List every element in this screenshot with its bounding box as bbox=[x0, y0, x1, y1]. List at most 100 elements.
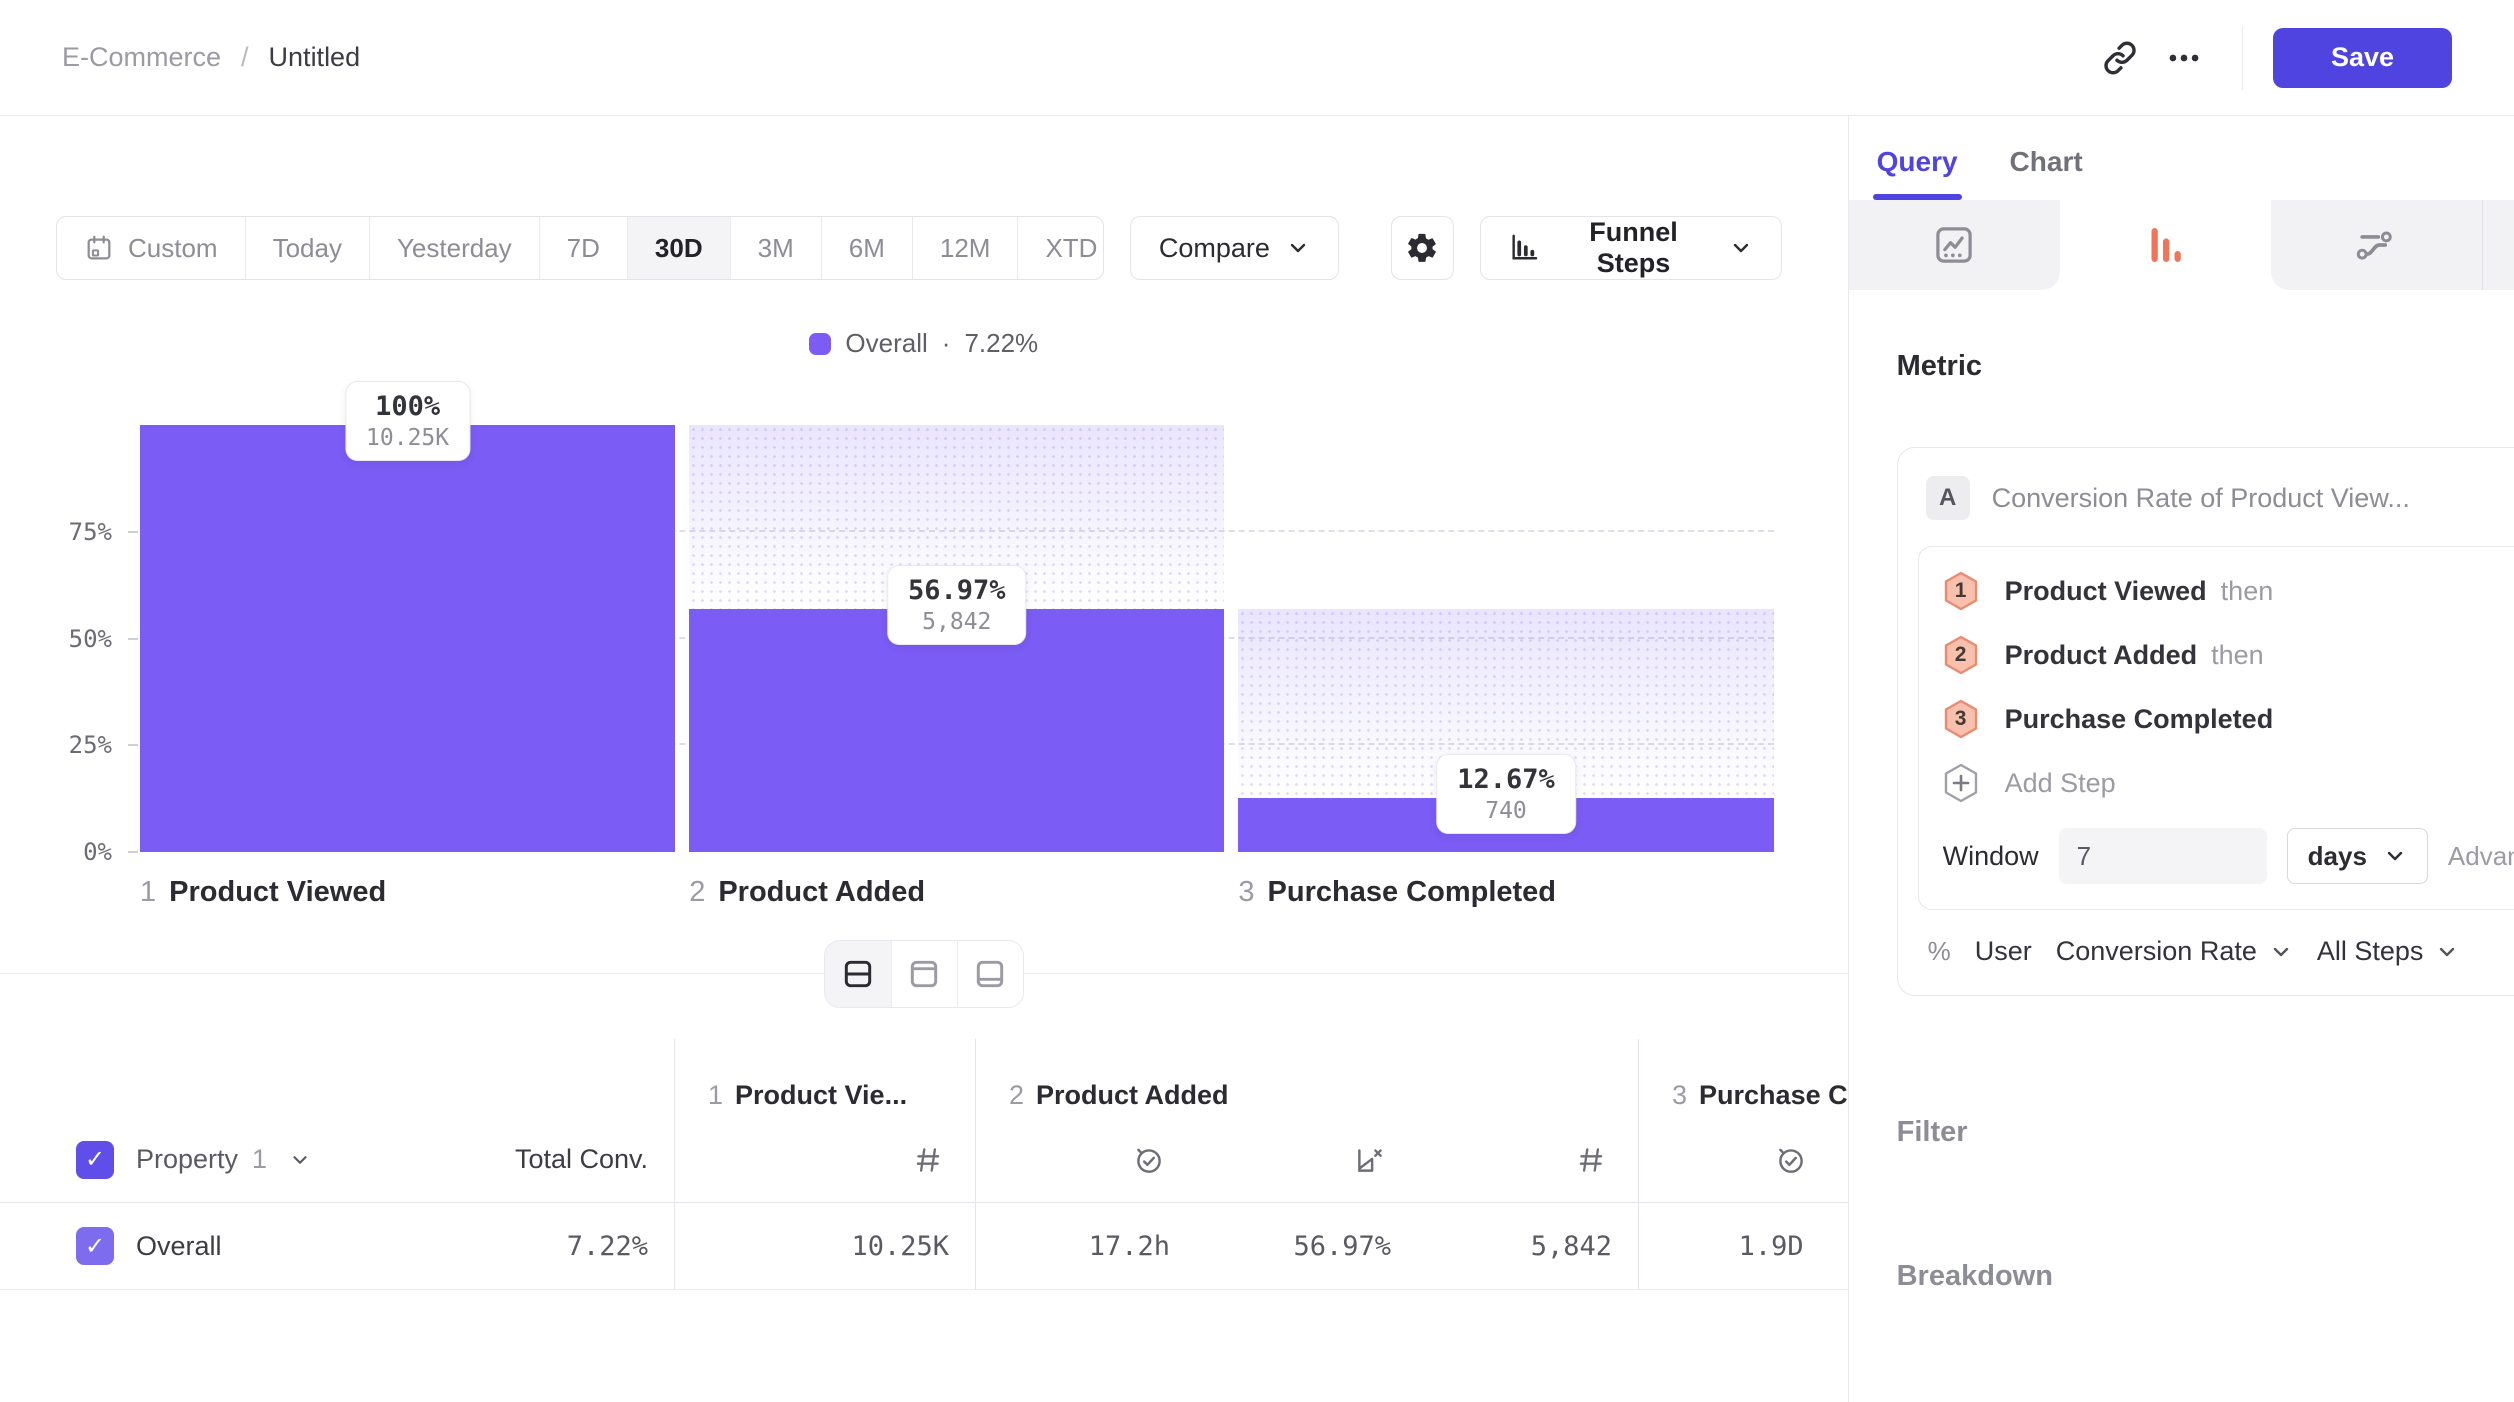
group-header-step-2: 2Product Added bbox=[975, 1039, 1638, 1117]
step-hexagon-badge: 3 bbox=[1943, 699, 1979, 739]
compare-button[interactable]: Compare bbox=[1130, 216, 1339, 280]
chart-settings-button[interactable] bbox=[1391, 216, 1454, 280]
metric-card: A Conversion Rate of Product View... 1 P… bbox=[1897, 447, 2514, 996]
table-only-icon bbox=[973, 957, 1007, 991]
app-root: E-Commerce / Untitled Save Custom Today bbox=[0, 0, 2514, 1402]
window-unit-select[interactable]: days bbox=[2287, 828, 2428, 884]
breakdown-label: Breakdown bbox=[1897, 1260, 2053, 1293]
step3-time-column-header[interactable] bbox=[1638, 1117, 1848, 1203]
insights-icon bbox=[1931, 222, 1977, 268]
more-options-button[interactable] bbox=[2152, 26, 2216, 90]
step-name: Purchase Completed bbox=[1268, 876, 1556, 909]
legend-swatch bbox=[809, 333, 831, 355]
step2-count-column-header[interactable] bbox=[1417, 1117, 1638, 1203]
query-step-3[interactable]: 3 Purchase Completed bbox=[1943, 687, 2514, 751]
measure-scope-dropdown[interactable]: All Steps bbox=[2317, 936, 2460, 967]
step2-time-column-header[interactable] bbox=[975, 1117, 1196, 1203]
save-button[interactable]: Save bbox=[2273, 28, 2452, 88]
range-yesterday[interactable]: Yesterday bbox=[369, 217, 539, 279]
step1-count-column-header[interactable] bbox=[674, 1117, 975, 1203]
funnel-bar-step-1[interactable]: 100% 10.25K bbox=[140, 425, 675, 852]
bar-percent: 56.97% bbox=[908, 574, 1006, 608]
row-checkbox[interactable]: ✓ bbox=[76, 1227, 114, 1265]
x-axis-labels: 1 Product Viewed 2 Product Added 3 Purch… bbox=[140, 852, 1774, 909]
step-number: 2 bbox=[689, 876, 705, 909]
visualization-picker-button[interactable]: Funnel Steps bbox=[1480, 216, 1782, 280]
breadcrumb-parent[interactable]: E-Commerce bbox=[62, 42, 221, 73]
range-label: Custom bbox=[128, 233, 218, 264]
chevron-down-icon bbox=[2435, 940, 2459, 964]
metric-title-row[interactable]: A Conversion Rate of Product View... bbox=[1918, 472, 2514, 546]
advanced-label: Advanced bbox=[2448, 841, 2514, 872]
query-step-1[interactable]: 1 Product Viewed then bbox=[1943, 559, 2514, 623]
viz-tab-retention[interactable] bbox=[2482, 200, 2514, 290]
panel-tabs: Query Chart bbox=[1849, 116, 2514, 200]
window-label: Window bbox=[1943, 841, 2039, 872]
total-conv-header[interactable]: Total Conv. bbox=[470, 1117, 674, 1203]
funnel-icon bbox=[2142, 222, 2188, 268]
viz-tab-insights[interactable] bbox=[1849, 200, 2060, 290]
funnel-steps-editor: 1 Product Viewed then 2 Product Added th bbox=[1918, 546, 2514, 910]
add-step-button[interactable]: Add Step bbox=[1943, 751, 2514, 815]
group-header-empty bbox=[0, 1039, 674, 1117]
range-label: XTD bbox=[1045, 233, 1097, 264]
percent-icon: % bbox=[1928, 936, 1951, 967]
chevron-down-icon bbox=[1729, 236, 1753, 260]
total-conv-value: 7.22% bbox=[470, 1203, 674, 1290]
range-xtd[interactable]: XTD bbox=[1017, 217, 1103, 279]
query-step-2[interactable]: 2 Product Added then bbox=[1943, 623, 2514, 687]
breadcrumb-current-title[interactable]: Untitled bbox=[269, 42, 361, 73]
add-step-label: Add Step bbox=[2005, 768, 2116, 799]
range-30d-active[interactable]: 30D bbox=[627, 217, 730, 279]
range-today[interactable]: Today bbox=[245, 217, 369, 279]
layout-chart-only-toggle[interactable] bbox=[891, 941, 957, 1007]
step2-count-value: 5,842 bbox=[1417, 1203, 1638, 1290]
group-number: 1 bbox=[708, 1080, 723, 1111]
window-value-input[interactable] bbox=[2059, 828, 2267, 884]
range-custom[interactable]: Custom bbox=[57, 217, 245, 279]
layout-split-view-toggle[interactable] bbox=[825, 941, 891, 1007]
copy-link-button[interactable] bbox=[2088, 26, 2152, 90]
bar-count: 10.25K bbox=[366, 424, 449, 452]
advanced-toggle[interactable]: Advanced bbox=[2448, 841, 2514, 872]
property-label[interactable]: Property bbox=[136, 1144, 238, 1175]
funnel-bar-step-3[interactable]: 12.67% 740 bbox=[1238, 425, 1773, 852]
funnel-bar-step-2[interactable]: 56.97% 5,842 bbox=[689, 425, 1224, 852]
y-tick-50: 50% bbox=[69, 625, 112, 653]
breadcrumb: E-Commerce / Untitled bbox=[62, 42, 360, 73]
chart-legend[interactable]: Overall · 7.22% bbox=[0, 328, 1848, 359]
tab-chart[interactable]: Chart bbox=[2010, 146, 2083, 200]
tab-query[interactable]: Query bbox=[1877, 146, 1958, 200]
range-label: 30D bbox=[655, 233, 703, 264]
viz-tab-flows[interactable] bbox=[2271, 200, 2482, 290]
measure-entity[interactable]: User bbox=[1975, 936, 2032, 967]
y-tickmark bbox=[128, 531, 138, 533]
table-row-overall: ✓ Overall 7.22% 10.25K 17.2h 56.97% 5,84… bbox=[0, 1203, 1848, 1290]
range-6m[interactable]: 6M bbox=[821, 217, 912, 279]
y-tickmark bbox=[128, 638, 138, 640]
chevron-down-icon bbox=[1286, 236, 1310, 260]
step2-rate-column-header[interactable] bbox=[1196, 1117, 1417, 1203]
y-tick-0: 0% bbox=[83, 838, 112, 866]
step-number: 1 bbox=[140, 876, 156, 909]
layout-table-only-toggle[interactable] bbox=[957, 941, 1023, 1007]
step-hexagon-badge: 2 bbox=[1943, 635, 1979, 675]
measure-metric-dropdown[interactable]: Conversion Rate bbox=[2056, 936, 2293, 967]
breadcrumb-separator: / bbox=[241, 42, 249, 73]
range-12m[interactable]: 12M bbox=[912, 217, 1018, 279]
gear-icon bbox=[1405, 231, 1439, 265]
query-panel: Query Chart Metric A Conversion Rate of … bbox=[1848, 116, 2514, 1402]
select-all-checkbox[interactable]: ✓ bbox=[76, 1141, 114, 1179]
conversion-window-row: Window days Advanced bbox=[1943, 827, 2514, 885]
legend-series-label: Overall bbox=[845, 328, 927, 359]
breakdown-section: Breakdown bbox=[1897, 1258, 2514, 1294]
range-3m[interactable]: 3M bbox=[730, 217, 821, 279]
viz-tab-funnel-active[interactable] bbox=[2060, 200, 2271, 290]
avg-time-icon bbox=[1132, 1143, 1166, 1177]
range-label: 6M bbox=[849, 233, 885, 264]
chevron-down-icon[interactable] bbox=[289, 1149, 311, 1171]
range-7d[interactable]: 7D bbox=[539, 217, 627, 279]
bar-percent: 100% bbox=[366, 390, 449, 424]
chevron-down-icon bbox=[2383, 844, 2407, 868]
visualization-type-tabs bbox=[1849, 200, 2514, 290]
